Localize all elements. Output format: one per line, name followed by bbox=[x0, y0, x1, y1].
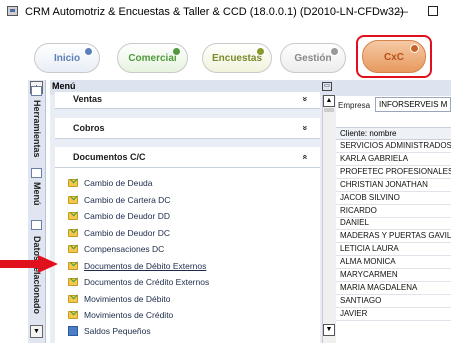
scrollbar-thumb[interactable] bbox=[324, 108, 334, 112]
window-title: CRM Automotriz & Encuestas & Taller & CC… bbox=[25, 6, 404, 18]
folder-check-icon bbox=[68, 196, 78, 204]
table-row[interactable]: MADERAS Y PUERTAS GAVILA bbox=[336, 230, 451, 244]
folder-check-icon bbox=[68, 262, 78, 270]
folder-check-icon bbox=[68, 311, 78, 319]
menu-item-label: Documentos de Débito Externos bbox=[84, 261, 207, 271]
menu-item-label: Cambio de Cartera DC bbox=[84, 195, 171, 205]
table-row[interactable]: LETICIA LAURA bbox=[336, 243, 451, 257]
chevron-down-icon: » bbox=[300, 125, 311, 131]
tab-label: Comercial bbox=[128, 53, 177, 64]
minimize-button[interactable]: — bbox=[394, 2, 410, 20]
menu-item-label: Cambio de Deudor DD bbox=[84, 211, 170, 221]
dock-scroll-down-button[interactable]: ▼ bbox=[30, 325, 43, 338]
folder-check-icon bbox=[68, 245, 78, 253]
tab-label: Inicio bbox=[53, 53, 81, 64]
section-label: Cobros bbox=[73, 123, 105, 133]
dock-tab-menu[interactable]: Menú bbox=[28, 182, 46, 208]
table-row[interactable]: JACOB SILVINO bbox=[336, 192, 451, 205]
chevron-down-icon: » bbox=[300, 96, 311, 102]
table-row[interactable]: SERVICIOS ADMINISTRADOS bbox=[336, 140, 451, 153]
tab-inicio[interactable]: Inicio bbox=[34, 43, 100, 73]
section-label: Ventas bbox=[73, 94, 103, 104]
herramientas-icon bbox=[31, 86, 42, 96]
empresa-label: Empresa bbox=[338, 101, 371, 110]
tab-comercial[interactable]: Comercial bbox=[117, 43, 188, 73]
menu-item-label: Documentos de Crédito Externos bbox=[84, 277, 210, 287]
tab-badge-icon bbox=[256, 47, 265, 56]
menu-scrollbar[interactable] bbox=[322, 95, 336, 343]
folder-check-icon bbox=[68, 212, 78, 220]
column-header-cliente-nombre[interactable]: Cliente: nombre bbox=[336, 127, 451, 140]
tab-gestion[interactable]: Gestión bbox=[280, 43, 346, 73]
table-row[interactable]: MARIA MAGDALENA bbox=[336, 282, 451, 295]
scroll-up-button[interactable]: ▲ bbox=[323, 95, 335, 107]
table-row[interactable]: CHRISTIAN JONATHAN bbox=[336, 179, 451, 192]
chevron-up-icon: « bbox=[300, 154, 311, 160]
table-row[interactable]: MARYCARMEN bbox=[336, 269, 451, 282]
empresa-select[interactable]: INFORSERVEIS M bbox=[375, 97, 451, 112]
table-row[interactable]: RICARDO bbox=[336, 205, 451, 218]
tab-label: Encuestas bbox=[211, 53, 263, 64]
dock-tab-herramientas[interactable]: Herramientas bbox=[28, 100, 46, 160]
menu-item-label: Movimientos de Débito bbox=[84, 294, 171, 304]
table-row[interactable]: SANTIAGO bbox=[336, 295, 451, 308]
app-icon bbox=[7, 6, 18, 16]
folder-check-icon bbox=[68, 229, 78, 237]
datos-icon bbox=[31, 220, 42, 230]
menu-item-label: Cambio de Deuda bbox=[84, 178, 153, 188]
data-panel-toolbar bbox=[336, 80, 451, 96]
cxc-highlight-box bbox=[356, 35, 432, 78]
section-documentos-cc[interactable]: Documentos C/C « bbox=[55, 147, 320, 168]
folder-check-icon bbox=[68, 179, 78, 187]
menu-icon bbox=[31, 168, 42, 178]
maximize-button[interactable] bbox=[428, 6, 438, 16]
scroll-down-button[interactable]: ▼ bbox=[323, 324, 335, 336]
table-row[interactable]: ALMA MONICA bbox=[336, 256, 451, 270]
table-row[interactable]: JAVIER bbox=[336, 308, 451, 321]
pin-icon[interactable]: ▭ bbox=[322, 82, 332, 91]
dock-tab-datos[interactable]: Datos relacionado bbox=[28, 236, 46, 316]
table-row[interactable]: DANIEL bbox=[336, 217, 451, 231]
menu-item-label: Cambio de Deudor DC bbox=[84, 228, 170, 238]
tab-badge-icon bbox=[172, 47, 181, 56]
tab-badge-icon bbox=[330, 47, 339, 56]
menu-item-label: Movimientos de Crédito bbox=[84, 310, 174, 320]
red-arrow-annotation bbox=[0, 255, 58, 273]
section-ventas[interactable]: Ventas » bbox=[55, 92, 320, 109]
table-row[interactable]: KARLA GABRIELA bbox=[336, 153, 451, 166]
menu-item-label: Compensaciones DC bbox=[84, 244, 165, 254]
table-row[interactable]: PROFETEC PROFESIONALES E bbox=[336, 166, 451, 179]
tab-label: Gestión bbox=[294, 53, 332, 64]
menu-item-label: Saldos Pequeños bbox=[84, 326, 151, 336]
tab-badge-icon bbox=[84, 47, 93, 56]
section-cobros[interactable]: Cobros » bbox=[55, 118, 320, 139]
section-label: Documentos C/C bbox=[73, 152, 146, 162]
folder-check-icon bbox=[68, 295, 78, 303]
menu-title: Menú bbox=[52, 81, 76, 91]
tab-encuestas[interactable]: Encuestas bbox=[202, 43, 272, 73]
folder-check-icon bbox=[68, 278, 78, 286]
calculator-icon bbox=[68, 326, 78, 336]
